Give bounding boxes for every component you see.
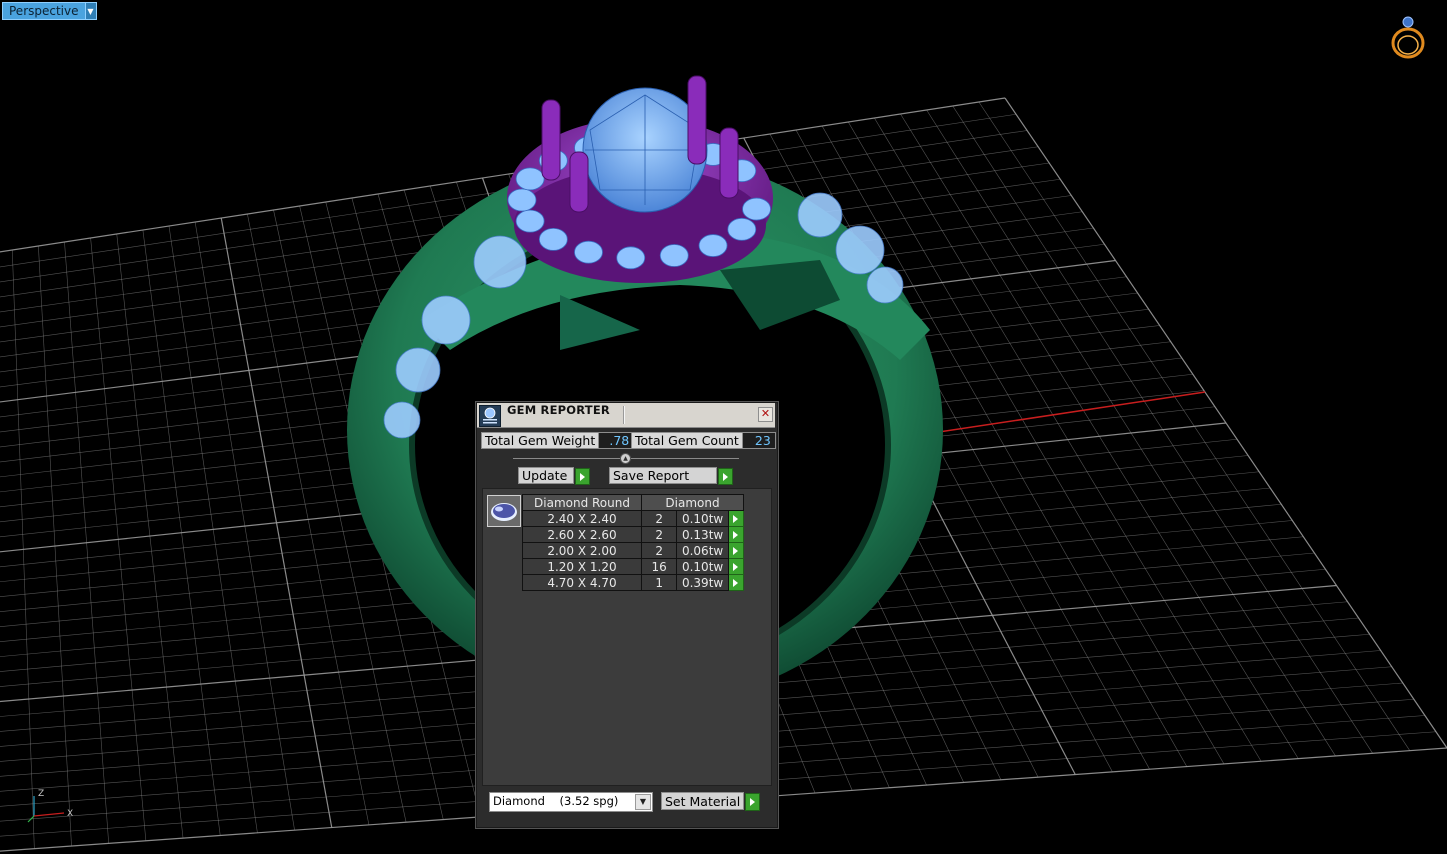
halo-gem xyxy=(727,217,757,241)
play-arrow-icon[interactable] xyxy=(745,793,761,811)
gem-weight: 0.39tw xyxy=(676,574,729,591)
gem-list-area[interactable]: Diamond Round Diamond 2.40 X 2.40 2 0.10… xyxy=(482,488,772,786)
halo-gem xyxy=(742,197,771,221)
collapse-icon[interactable]: ▲ xyxy=(620,453,631,464)
halo-gem xyxy=(698,234,728,257)
gem-size: 2.00 X 2.00 xyxy=(522,542,642,559)
axis-tripod: Z X xyxy=(26,786,80,824)
gem-weight: 0.06tw xyxy=(676,542,729,559)
diamond-round-gem-icon[interactable] xyxy=(487,495,521,527)
material-select-value: Diamond (3.52 spg) xyxy=(493,794,619,808)
close-icon[interactable]: ✕ xyxy=(758,407,773,422)
table-row[interactable]: 2.60 X 2.60 2 0.13tw xyxy=(522,526,745,543)
select-gem-arrow-icon[interactable] xyxy=(727,542,745,559)
gem-weight: 0.10tw xyxy=(676,510,729,527)
side-gem xyxy=(395,347,441,393)
title-separator xyxy=(623,406,624,424)
select-gem-arrow-icon[interactable] xyxy=(727,558,745,575)
update-button[interactable]: Update xyxy=(518,467,590,485)
set-material-button[interactable]: Set Material xyxy=(661,792,761,811)
viewport-name-dropdown[interactable]: Perspective ▼ xyxy=(2,2,97,20)
set-material-button-label: Set Material xyxy=(661,792,745,810)
table-row[interactable]: 2.40 X 2.40 2 0.10tw xyxy=(522,510,745,527)
total-gem-weight-value: .78 xyxy=(599,432,635,449)
chevron-down-icon[interactable]: ▼ xyxy=(85,2,97,20)
play-arrow-icon[interactable] xyxy=(718,468,733,485)
side-gem xyxy=(421,295,471,345)
gem-size: 1.20 X 1.20 xyxy=(522,558,642,575)
halo-gem xyxy=(659,244,689,267)
panel-title: GEM REPORTER xyxy=(507,403,610,417)
axis-label-x: X xyxy=(67,809,73,819)
play-arrow-icon[interactable] xyxy=(575,468,590,485)
side-gem xyxy=(866,266,904,304)
gem-weight: 0.10tw xyxy=(676,558,729,575)
gem-table: Diamond Round Diamond 2.40 X 2.40 2 0.10… xyxy=(522,494,745,591)
gem-reporter-panel: GEM REPORTER ✕ Total Gem Weight .78 Tota… xyxy=(476,402,778,828)
gem-size: 2.40 X 2.40 xyxy=(522,510,642,527)
gem-count: 2 xyxy=(640,510,678,527)
side-gem xyxy=(835,225,885,275)
column-header-shape: Diamond Round xyxy=(522,494,642,511)
table-row[interactable]: 1.20 X 1.20 16 0.10tw xyxy=(522,558,745,575)
grid-line xyxy=(978,101,1411,751)
axis-label-z: Z xyxy=(38,789,44,799)
total-gem-count-label: Total Gem Count xyxy=(631,432,743,449)
save-report-button[interactable]: Save Report xyxy=(609,467,733,485)
total-gem-weight-label: Total Gem Weight xyxy=(481,432,600,449)
total-gem-weight: Total Gem Weight .78 xyxy=(481,432,635,449)
halo-gem xyxy=(574,240,603,264)
halo-gem xyxy=(616,246,646,270)
total-gem-count: Total Gem Count 23 xyxy=(631,432,776,449)
view-navigator-icon[interactable] xyxy=(1386,12,1430,62)
gem-size: 4.70 X 4.70 xyxy=(522,574,642,591)
side-gem xyxy=(473,235,527,289)
side-gem xyxy=(383,401,421,439)
side-gem xyxy=(797,192,843,238)
panel-title-bar[interactable]: GEM REPORTER ✕ xyxy=(477,403,775,428)
viewport-name: Perspective xyxy=(2,2,86,20)
select-gem-arrow-icon[interactable] xyxy=(727,510,745,527)
grid-line xyxy=(900,113,1299,759)
halo-gem xyxy=(507,188,537,212)
gem-count: 16 xyxy=(640,558,678,575)
table-row[interactable]: 2.00 X 2.00 2 0.06tw xyxy=(522,542,745,559)
column-header-material: Diamond xyxy=(641,494,744,511)
halo-gem xyxy=(538,227,568,251)
gem-count: 1 xyxy=(640,574,678,591)
save-report-button-label: Save Report xyxy=(609,467,717,484)
grid-line xyxy=(1004,97,1447,749)
grid-line xyxy=(926,109,1336,757)
halo-gem xyxy=(515,167,545,191)
table-row[interactable]: 4.70 X 4.70 1 0.39tw xyxy=(522,574,745,591)
update-button-label: Update xyxy=(518,467,574,484)
halo-gem xyxy=(515,209,545,233)
gem-table-header: Diamond Round Diamond xyxy=(522,494,744,511)
chevron-down-icon[interactable]: ▼ xyxy=(635,794,651,810)
total-gem-count-value: 23 xyxy=(742,432,776,449)
select-gem-arrow-icon[interactable] xyxy=(727,526,745,543)
panel-splitter[interactable]: ▲ xyxy=(513,453,739,464)
gem-reporter-logo-icon xyxy=(479,405,501,427)
grid-line xyxy=(952,105,1373,754)
material-select[interactable]: Diamond (3.52 spg) ▼ xyxy=(489,792,653,812)
gem-size: 2.60 X 2.60 xyxy=(522,526,642,543)
gem-count: 2 xyxy=(640,526,678,543)
gem-count: 2 xyxy=(640,542,678,559)
gem-weight: 0.13tw xyxy=(676,526,729,543)
select-gem-arrow-icon[interactable] xyxy=(727,574,745,591)
